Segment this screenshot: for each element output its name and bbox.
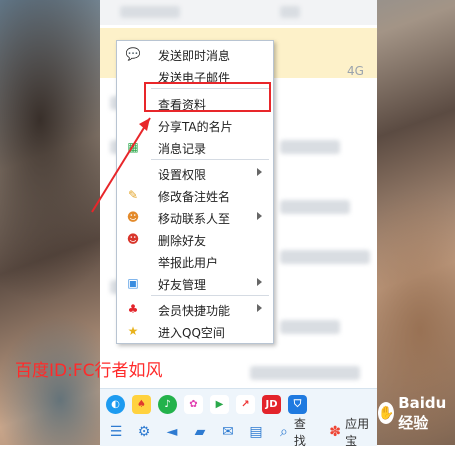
submenu-arrow-icon bbox=[257, 278, 262, 286]
menu-item-vip-shortcuts[interactable]: ♣ 会员快捷功能 bbox=[117, 299, 273, 319]
stock-chart-icon[interactable]: ↗ bbox=[236, 395, 255, 414]
qzone-star-icon: ★ bbox=[127, 324, 139, 338]
bottom-bar: ◐ ♠ ♪ ✿ ▶ ↗ JD ⛉ ☰ ⚙ ◄ ▰ ✉ ▤ ⌕ 查找 ✽ 应用宝 bbox=[100, 388, 377, 448]
app-store-button[interactable]: ✽ 应用宝 bbox=[327, 415, 377, 449]
baidu-paw-icon: ✋ bbox=[378, 402, 395, 424]
app-store-label: 应用宝 bbox=[345, 417, 370, 448]
menu-item-friend-management[interactable]: ▣ 好友管理 bbox=[117, 273, 273, 293]
menu-icon[interactable]: ☰ bbox=[108, 424, 124, 440]
chat-bubble-icon: 💬 bbox=[125, 47, 141, 61]
browser-icon[interactable]: ◐ bbox=[106, 395, 125, 414]
photo-flower-icon[interactable]: ✿ bbox=[184, 395, 203, 414]
menu-separator bbox=[151, 159, 269, 160]
music-icon[interactable]: ♪ bbox=[158, 395, 177, 414]
mail-icon[interactable]: ✉ bbox=[220, 424, 236, 440]
menu-item-move-contact[interactable]: ☻ 移动联系人至 bbox=[117, 207, 273, 227]
security-shield-icon[interactable]: ⛉ bbox=[288, 395, 307, 414]
jd-icon[interactable]: JD bbox=[262, 395, 281, 414]
blurred-text bbox=[280, 320, 340, 334]
qq-penguin-icon: ♣ bbox=[127, 302, 139, 316]
blurred-text bbox=[280, 140, 340, 154]
menu-item-delete-friend[interactable]: ☻ 删除好友 bbox=[117, 229, 273, 249]
menu-item-qzone[interactable]: ★ 进入QQ空间 bbox=[117, 321, 273, 341]
submenu-arrow-icon bbox=[257, 212, 262, 220]
menu-item-share-card[interactable]: 分享TA的名片 bbox=[117, 115, 273, 135]
search-button[interactable]: ⌕ 查找 bbox=[276, 415, 315, 449]
brand-text: Baidu 经验 bbox=[398, 393, 447, 432]
friend-manage-icon: ▣ bbox=[127, 276, 139, 290]
submenu-arrow-icon bbox=[257, 168, 262, 176]
submenu-arrow-icon bbox=[257, 304, 262, 312]
search-icon: ⌕ bbox=[280, 424, 288, 440]
bottom-toolbar: ☰ ⚙ ◄ ▰ ✉ ▤ ⌕ 查找 ✽ 应用宝 bbox=[108, 417, 377, 448]
move-contact-icon: ☻ bbox=[126, 210, 140, 224]
folder-icon[interactable]: ▰ bbox=[192, 424, 208, 440]
baidu-jingyan-logo: ✋ Baidu 经验 bbox=[378, 394, 454, 432]
qq-game-icon[interactable]: ♠ bbox=[132, 395, 151, 414]
video-play-icon[interactable]: ▶ bbox=[210, 395, 229, 414]
blurred-text bbox=[250, 366, 360, 380]
search-label: 查找 bbox=[293, 417, 306, 448]
menu-item-report-user[interactable]: 举报此用户 bbox=[117, 251, 273, 271]
menu-item-send-message[interactable]: 💬 发送即时消息 bbox=[117, 44, 273, 64]
settings-gear-icon[interactable]: ⚙ bbox=[136, 424, 152, 440]
menu-item-message-log[interactable]: ▦ 消息记录 bbox=[117, 137, 273, 157]
blurred-text bbox=[280, 200, 350, 214]
speaker-icon[interactable]: ◄ bbox=[164, 424, 180, 440]
delete-friend-icon: ☻ bbox=[126, 232, 140, 246]
highlight-box bbox=[144, 82, 271, 112]
message-log-icon: ▦ bbox=[127, 140, 139, 154]
watermark-text: 百度ID:FC行者如风 bbox=[15, 361, 163, 381]
blurred-text bbox=[280, 6, 300, 18]
blurred-text bbox=[280, 250, 370, 264]
menu-item-edit-remark[interactable]: ✎ 修改备注姓名 bbox=[117, 185, 273, 205]
edit-pencil-icon: ✎ bbox=[127, 188, 139, 202]
blurred-text bbox=[120, 6, 180, 18]
app-store-icon: ✽ bbox=[329, 424, 341, 440]
menu-separator bbox=[151, 295, 269, 296]
app-shortcut-row: ◐ ♠ ♪ ✿ ▶ ↗ JD ⛉ bbox=[106, 395, 307, 417]
file-icon[interactable]: ▤ bbox=[248, 424, 264, 440]
network-label: 4G bbox=[347, 64, 364, 78]
menu-item-permissions[interactable]: 设置权限 bbox=[117, 163, 273, 183]
